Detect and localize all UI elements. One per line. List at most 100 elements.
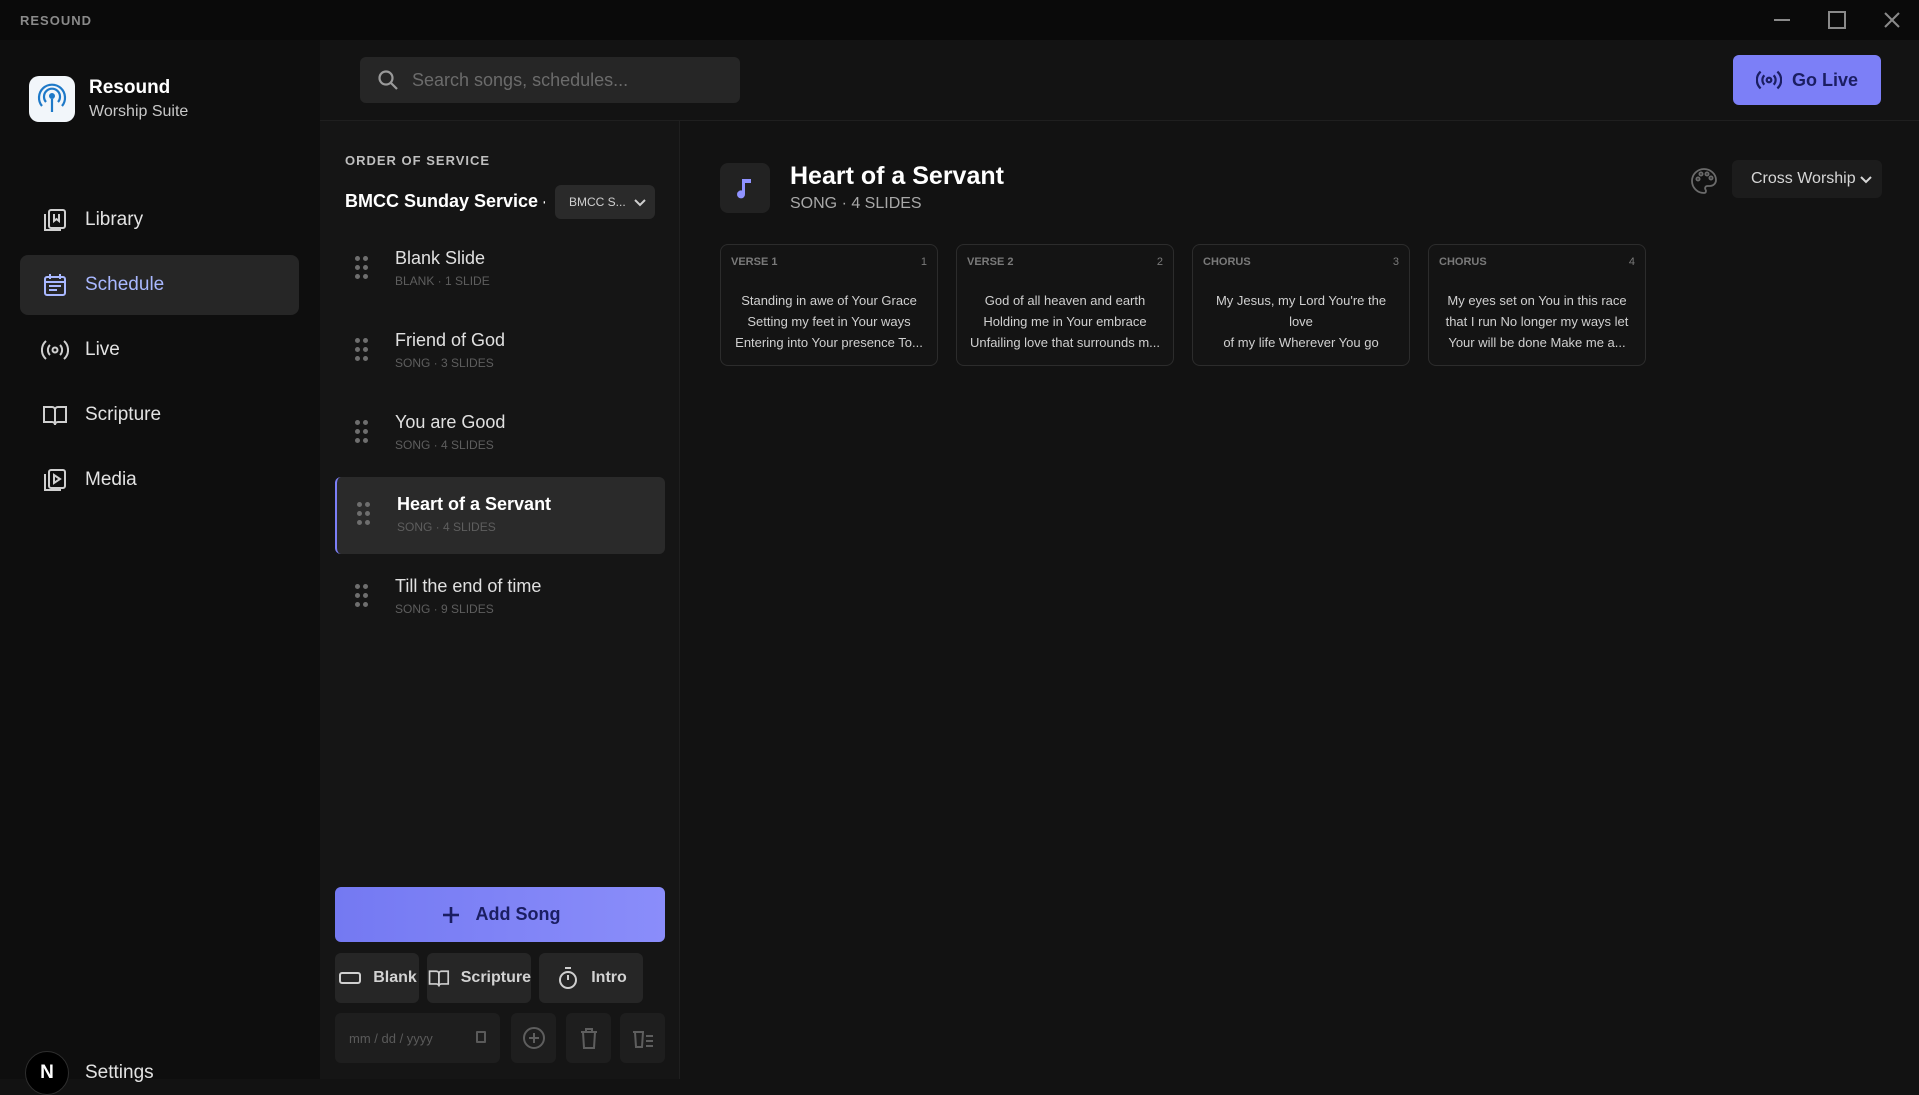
song-detail-panel: Heart of a Servant SONG · 4 SLIDES Cross…	[681, 121, 1919, 1079]
service-item[interactable]: Blank Slide BLANK · 1 SLIDE	[335, 231, 665, 308]
slide-number: 1	[920, 256, 927, 268]
brand-name: Resound	[89, 77, 171, 98]
calendar-icon[interactable]	[476, 1031, 486, 1043]
item-title: Friend of God	[395, 330, 506, 350]
slide-number: 2	[1156, 256, 1163, 268]
nav-label: Media	[85, 469, 137, 490]
search-box[interactable]	[360, 57, 740, 103]
drag-handle-icon[interactable]	[355, 420, 369, 444]
avatar[interactable]: N	[25, 1051, 69, 1095]
timer-icon	[559, 967, 578, 989]
slide-text: Standing in awe of Your Grace Setting my…	[735, 293, 923, 350]
service-select[interactable]: BMCC S...	[555, 185, 655, 219]
chevron-down-icon	[634, 199, 646, 207]
title-bar: RESOUND	[0, 0, 1919, 40]
nav-item-scripture[interactable]: Scripture	[20, 385, 299, 445]
book-icon	[428, 970, 450, 987]
delete-button[interactable]	[566, 1013, 611, 1063]
slide-label: VERSE 1	[731, 256, 778, 268]
service-item-selected[interactable]: Heart of a Servant SONG · 4 SLIDES	[335, 477, 665, 554]
add-scripture-button[interactable]: Scripture	[427, 953, 531, 1003]
broadcast-icon	[41, 340, 69, 360]
slide-card[interactable]: VERSE 1 1 Standing in awe of Your Grace …	[720, 244, 938, 366]
window-title: RESOUND	[20, 13, 93, 28]
clear-list-button[interactable]	[620, 1013, 665, 1063]
main-nav: Library Schedule Live Scripture Media	[20, 190, 299, 515]
slide-text: My eyes set on You in this race that I r…	[1445, 293, 1629, 350]
brand-subtitle: Worship Suite	[89, 103, 189, 120]
close-icon[interactable]	[1880, 8, 1904, 32]
order-of-service-panel: ORDER OF SERVICE BMCC Sunday Service -..…	[320, 121, 680, 1079]
palette-icon[interactable]	[1689, 166, 1719, 196]
trash-icon	[580, 1028, 597, 1049]
nav-label: Live	[85, 339, 120, 360]
nav-item-library[interactable]: Library	[20, 190, 299, 250]
search-input[interactable]	[412, 69, 732, 91]
item-meta: SONG · 3 SLIDES	[395, 356, 494, 370]
theme-select[interactable]: Cross Worship	[1732, 160, 1882, 198]
settings-label: Settings	[85, 1062, 154, 1083]
slide-label: CHORUS	[1203, 256, 1251, 268]
nav-label: Schedule	[85, 274, 165, 295]
music-note-icon	[720, 163, 770, 213]
maximize-icon[interactable]	[1825, 8, 1849, 32]
item-title: Heart of a Servant	[397, 494, 552, 514]
nav-item-live[interactable]: Live	[20, 320, 299, 380]
add-song-label: Add Song	[475, 904, 561, 924]
slide-label: VERSE 2	[967, 256, 1014, 268]
drag-handle-icon[interactable]	[355, 256, 369, 280]
item-meta: SONG · 4 SLIDES	[395, 438, 494, 452]
minimize-icon[interactable]	[1770, 8, 1794, 32]
sidebar: Resound Worship Suite Library Schedule L…	[0, 40, 320, 1095]
blank-slide-icon	[339, 972, 362, 984]
nav-item-schedule[interactable]: Schedule	[20, 255, 299, 315]
slide-number: 4	[1628, 256, 1635, 268]
drag-handle-icon[interactable]	[357, 502, 371, 526]
order-heading: ORDER OF SERVICE	[345, 153, 491, 168]
slide-card[interactable]: CHORUS 3 My Jesus, my Lord You're the lo…	[1192, 244, 1410, 366]
add-blank-button[interactable]: Blank	[335, 953, 419, 1003]
theme-select-value: Cross Worship	[1751, 170, 1856, 187]
slides-grid: VERSE 1 1 Standing in awe of Your Grace …	[720, 244, 1664, 366]
date-input[interactable]: mm / dd / yyyy	[335, 1013, 500, 1063]
nav-item-media[interactable]: Media	[20, 450, 299, 510]
item-meta: SONG · 9 SLIDES	[395, 602, 494, 616]
settings-button[interactable]: N Settings	[25, 1051, 154, 1095]
service-item[interactable]: Till the end of time SONG · 9 SLIDES	[335, 559, 665, 636]
slide-text: My Jesus, my Lord You're the love of my …	[1215, 293, 1387, 350]
add-item-button[interactable]	[511, 1013, 556, 1063]
blank-label: Blank	[373, 969, 417, 986]
nav-label: Scripture	[85, 404, 162, 425]
clear-list-icon	[632, 1031, 653, 1048]
slide-label: CHORUS	[1439, 256, 1487, 268]
book-icon	[43, 406, 67, 426]
service-select-value: BMCC S...	[569, 195, 626, 209]
media-icon	[44, 469, 66, 491]
slide-number: 3	[1392, 256, 1399, 268]
add-song-button[interactable]: Add Song	[335, 887, 665, 942]
item-title: Blank Slide	[395, 248, 486, 268]
search-icon	[378, 70, 398, 90]
drag-handle-icon[interactable]	[355, 584, 369, 608]
nav-label: Library	[85, 209, 144, 230]
resound-logo-icon	[29, 76, 75, 122]
song-meta: SONG · 4 SLIDES	[790, 195, 922, 212]
slide-card[interactable]: VERSE 2 2 God of all heaven and earth Ho…	[956, 244, 1174, 366]
drag-handle-icon[interactable]	[355, 338, 369, 362]
service-item[interactable]: Friend of God SONG · 3 SLIDES	[335, 313, 665, 390]
broadcast-icon	[1755, 70, 1782, 90]
go-live-label: Go Live	[1791, 69, 1858, 90]
go-live-button[interactable]: Go Live	[1733, 55, 1881, 105]
service-item[interactable]: You are Good SONG · 4 SLIDES	[335, 395, 665, 472]
intro-label: Intro	[591, 969, 627, 986]
slide-card[interactable]: CHORUS 4 My eyes set on You in this race…	[1428, 244, 1646, 366]
date-placeholder: mm / dd / yyyy	[349, 1030, 433, 1046]
service-items-list: Blank Slide BLANK · 1 SLIDE Friend of Go…	[335, 231, 665, 641]
item-meta: BLANK · 1 SLIDE	[395, 274, 490, 288]
item-title: Till the end of time	[395, 576, 542, 596]
item-title: You are Good	[395, 412, 506, 432]
calendar-icon	[44, 274, 66, 296]
add-intro-button[interactable]: Intro	[539, 953, 643, 1003]
chevron-down-icon	[1860, 176, 1872, 184]
song-title: Heart of a Servant	[790, 162, 1004, 190]
